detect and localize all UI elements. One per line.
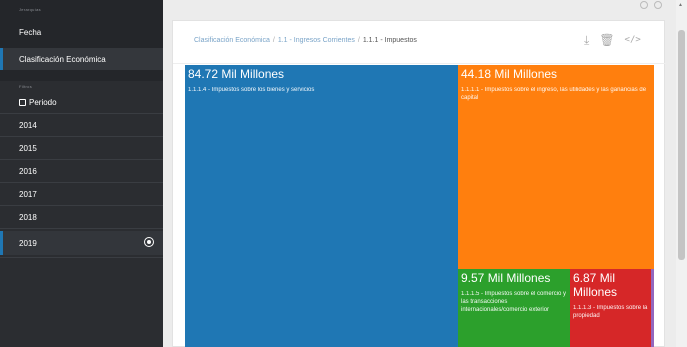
year-item-2014[interactable]: 2014 [0, 114, 163, 136]
tile-value: 6.87 Mil Millones [573, 271, 618, 299]
year-label: 2018 [19, 212, 37, 222]
clear-filter-icon[interactable] [144, 237, 154, 247]
breadcrumb-item[interactable]: 1.1 - Ingresos Corrientes [278, 37, 355, 44]
grouping-item-fecha[interactable]: Fecha [0, 22, 163, 42]
grouping-item-label: Clasificación Económica [19, 54, 106, 64]
year-label: 2015 [19, 143, 37, 153]
calendar-icon [19, 98, 26, 106]
breadcrumb: Clasificación Económica/1.1 - Ingresos C… [194, 37, 417, 44]
year-label: 2017 [19, 189, 37, 199]
filter-period-label: Periodo [29, 97, 57, 107]
tile-label: 1.1.1.5 - Impuestos sobre el comercio y … [461, 290, 567, 313]
treemap: 84.72 Mil Millones 1.1.1.4 - Impuestos s… [185, 65, 654, 347]
breadcrumb-item[interactable]: Clasificación Económica [194, 37, 270, 44]
scroll-thumb[interactable] [678, 30, 685, 260]
year-item-2017[interactable]: 2017 [0, 183, 163, 205]
scroll-up-icon[interactable]: ▲ [678, 2, 683, 8]
tile-value: 84.72 Mil Millones [188, 67, 285, 81]
groupings-section-title: Jerarquías [19, 7, 41, 12]
grouping-item-label: Fecha [19, 27, 42, 37]
year-label: 2016 [19, 166, 37, 176]
sidebar: Jerarquías Fecha Clasificación Económica… [0, 0, 163, 347]
tile-label: 1.1.1.1 - Impuestos sobre el ingreso, la… [461, 86, 647, 101]
tile-value: 9.57 Mil Millones [461, 271, 551, 285]
treemap-tile[interactable]: 9.57 Mil Millones 1.1.1.5 - Impuestos so… [458, 269, 570, 347]
collapse-icon[interactable] [640, 1, 648, 9]
tile-label: 1.1.1.4 - Impuestos sobre los bienes y s… [188, 86, 315, 93]
year-item-2019[interactable]: 2019 [0, 231, 163, 255]
breadcrumb-separator: / [272, 37, 275, 44]
toolbar: ⤓ 🗑 </> [584, 34, 641, 46]
filter-period[interactable]: Periodo [0, 91, 163, 113]
expand-icon[interactable] [654, 1, 662, 9]
scrollbar[interactable]: ▲ [676, 0, 687, 347]
filters-section-title: Filtros [19, 84, 32, 89]
breadcrumb-separator: / [357, 37, 360, 44]
divider [0, 257, 163, 258]
treemap-tile[interactable]: 6.87 Mil Millones 1.1.1.3 - Impuestos so… [570, 269, 651, 347]
breadcrumb-current: 1.1.1 - Impuestos [362, 37, 417, 44]
treemap-tile[interactable]: 84.72 Mil Millones 1.1.1.4 - Impuestos s… [185, 65, 458, 347]
tile-label: 1.1.1.3 - Impuestos sobre la propiedad [573, 304, 648, 319]
year-item-2015[interactable]: 2015 [0, 137, 163, 159]
tile-value: 44.18 Mil Millones [461, 67, 558, 81]
panel-divider [173, 63, 666, 64]
grouping-item-clasificacion-economica[interactable]: Clasificación Económica [0, 48, 163, 70]
treemap-tile[interactable]: 44.18 Mil Millones 1.1.1.1 - Impuestos s… [458, 65, 654, 269]
year-item-2018[interactable]: 2018 [0, 206, 163, 228]
embed-code-icon[interactable]: </> [625, 35, 641, 45]
year-label: 2019 [19, 238, 37, 248]
download-icon[interactable]: ⤓ [584, 34, 589, 46]
divider [0, 228, 163, 229]
treemap-tile-small[interactable] [651, 269, 654, 347]
year-label: 2014 [19, 120, 37, 130]
trash-icon[interactable]: 🗑 [599, 34, 614, 46]
year-item-2016[interactable]: 2016 [0, 160, 163, 182]
